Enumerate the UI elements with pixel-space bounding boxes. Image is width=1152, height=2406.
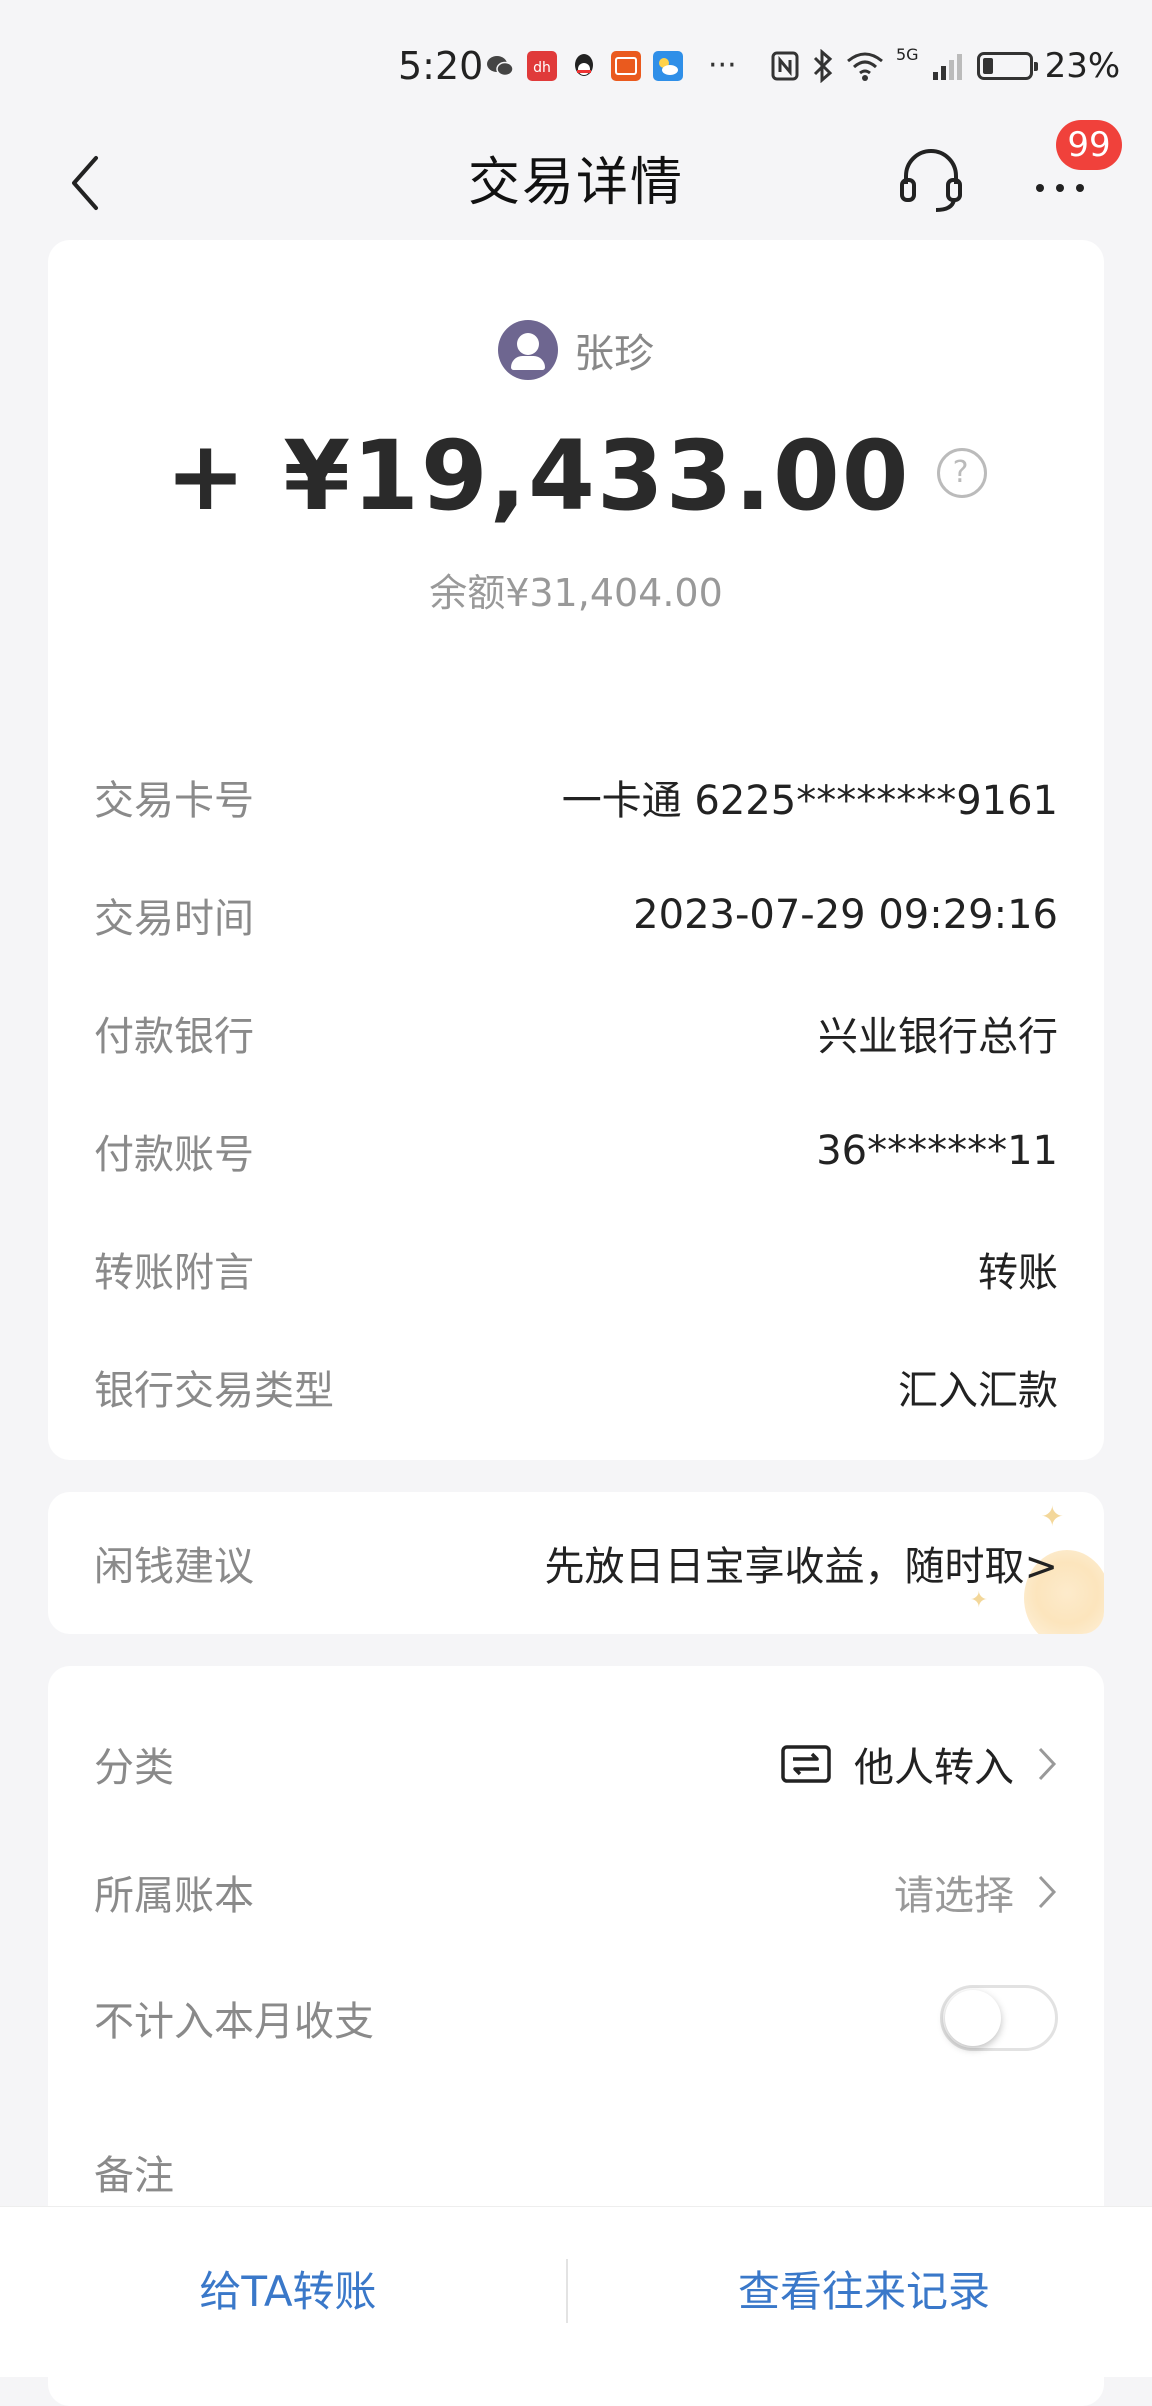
amount-row: + ¥19,433.00? [48, 420, 1104, 532]
category-label: 分类 [94, 1745, 174, 1791]
idle-money-card[interactable]: ✦ ✦ 闲钱建议 先放日日宝享收益，随时取> [48, 1492, 1104, 1634]
exclude-row: 不计入本月收支 [94, 1978, 1058, 2058]
nav-bar: 交易详情 [0, 130, 1152, 240]
page-title: 交易详情 [467, 153, 684, 213]
transfer-button[interactable]: 给TA转账 [0, 2207, 576, 2377]
notification-icons: dh ··· [484, 48, 737, 83]
transaction-amount: + ¥19,433.00 [165, 420, 911, 532]
divider [566, 2259, 568, 2323]
detail-value: 一卡通 6225********9161 [561, 778, 1058, 824]
exclude-toggle[interactable] [940, 1985, 1058, 2051]
wechat-icon [487, 55, 514, 76]
detail-row-bank: 付款银行 兴业银行总行 [94, 974, 1058, 1092]
help-icon[interactable]: ? [936, 447, 987, 498]
detail-row-account: 付款账号 36*******11 [94, 1092, 1058, 1210]
detail-list: 交易卡号 一卡通 6225********9161 交易时间 2023-07-29 … [94, 738, 1058, 1446]
detail-label: 付款账号 [94, 1132, 254, 1178]
detail-label: 交易卡号 [94, 778, 254, 824]
detail-label: 转账附言 [94, 1250, 254, 1296]
more-notifications: ··· [708, 48, 737, 83]
bank-app-icon [611, 50, 641, 81]
ledger-row[interactable]: 所属账本 请选择 [94, 1852, 1058, 1932]
detail-row-card: 交易卡号 一卡通 6225********9161 [94, 738, 1058, 856]
avatar [498, 320, 558, 380]
nfc-icon [771, 51, 799, 81]
idle-money-link[interactable]: 先放日日宝享收益，随时取> [544, 1534, 1058, 1592]
battery-percent: 23% [1044, 46, 1121, 86]
bluetooth-icon [813, 49, 833, 83]
battery-icon [976, 52, 1038, 80]
detail-row-time: 交易时间 2023-07-29 09:29:16 [94, 856, 1058, 974]
category-transfer-icon [781, 1745, 831, 1783]
exclude-label: 不计入本月收支 [94, 1999, 374, 2045]
balance: 余额¥31,404.00 [429, 571, 723, 615]
wifi-icon [847, 52, 883, 81]
detail-value: 转账 [978, 1250, 1058, 1296]
ledger-label: 所属账本 [94, 1873, 254, 1919]
detail-value: 36*******11 [816, 1128, 1058, 1174]
detail-label: 付款银行 [94, 1014, 254, 1060]
transaction-card: 张珍 + ¥19,433.00? 余额¥31,404.00 交易卡号 一卡通 62… [48, 240, 1104, 1460]
detail-label: 交易时间 [94, 896, 254, 942]
bottom-action-bar: 给TA转账 查看往来记录 [0, 2206, 1152, 2377]
chevron-right-icon [1038, 1747, 1057, 1781]
view-history-button[interactable]: 查看往来记录 [576, 2207, 1152, 2377]
chevron-right-icon [1038, 1875, 1057, 1909]
ledger-value: 请选择 [894, 1873, 1014, 1919]
status-bar: 5:20 dh ··· 5G 23% [0, 0, 1152, 130]
idle-money-row[interactable]: 闲钱建议 先放日日宝享收益，随时取> [94, 1492, 1058, 1634]
category-value: 他人转入 [854, 1745, 1014, 1791]
detail-value: 汇入汇款 [898, 1368, 1058, 1414]
detail-row-memo: 转账附言 转账 [94, 1210, 1058, 1328]
svg-text:dh: dh [533, 60, 551, 76]
payer-name: 张珍 [574, 331, 654, 377]
weather-icon [653, 50, 683, 81]
customer-service-icon[interactable] [896, 144, 966, 214]
qq-icon [575, 53, 593, 76]
network-type: 5G [896, 44, 919, 64]
detail-value: 兴业银行总行 [818, 1014, 1058, 1060]
note-row[interactable]: 备注 [94, 2132, 1058, 2212]
idle-money-label: 闲钱建议 [94, 1544, 254, 1590]
app-red-icon: dh [527, 50, 557, 81]
detail-row-type: 银行交易类型 汇入汇款 [94, 1328, 1058, 1446]
signal-icon [932, 54, 962, 80]
notification-badge: 99 [1056, 120, 1122, 170]
status-time: 5:20 [398, 44, 484, 88]
category-row[interactable]: 分类 他人转入 [94, 1724, 1058, 1804]
payer: 张珍 [48, 320, 1104, 380]
detail-label: 银行交易类型 [94, 1368, 334, 1414]
note-label: 备注 [94, 2153, 174, 2199]
system-icons: 5G 23% [770, 44, 1121, 86]
detail-value: 2023-07-29 09:29:16 [633, 892, 1058, 938]
